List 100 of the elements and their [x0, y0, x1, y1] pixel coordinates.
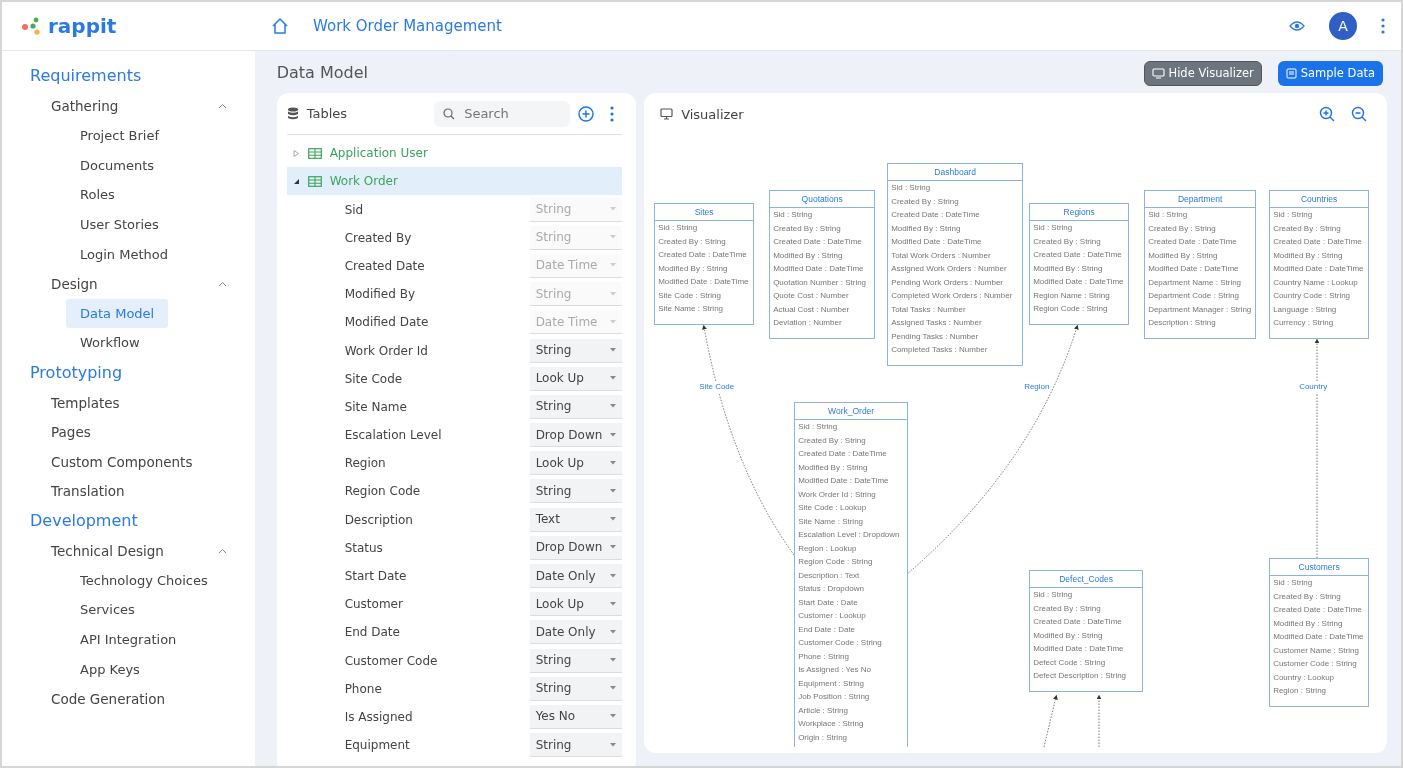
entity-title: Quotations [770, 191, 875, 209]
entity-attribute: Deviation : Number [772, 317, 843, 330]
sidebar-item[interactable]: Login Method [66, 239, 182, 270]
type-dropdown[interactable]: Look Up [529, 366, 622, 391]
entity-title: Countries [1270, 191, 1369, 209]
type-dropdown[interactable]: String [529, 338, 622, 363]
entity-attribute: Created Date : DateTime [1272, 236, 1363, 249]
field-name: Status [344, 539, 384, 557]
entity-box[interactable]: Defect_Codes Sid : String Created By : String Created Date : DateTime Modified By : String Modified Date : DateTime Defect Code : String Defect Description : String [1029, 570, 1144, 692]
type-dropdown[interactable]: Date Only [529, 564, 622, 588]
entity-attribute: Modified By : String [1272, 618, 1344, 630]
sidebar-item[interactable]: Data Model [66, 298, 169, 329]
type-dropdown[interactable]: Look Up [529, 451, 622, 476]
sidebar-item[interactable]: Custom Components [2, 447, 255, 477]
field-name: Created By [344, 229, 413, 247]
sidebar-item[interactable]: User Stories [66, 209, 173, 240]
sidebar-item[interactable]: Translation [2, 476, 255, 507]
entity-attribute: Is Assigned : Yes No [797, 664, 873, 677]
type-dropdown[interactable]: String [529, 733, 622, 758]
entity-attribute: Currency : String [1272, 317, 1335, 330]
type-dropdown[interactable]: Yes No [529, 704, 622, 729]
sidebar-group[interactable]: Design [51, 273, 98, 294]
entity-box[interactable]: Countries Sid : String Created By : String Created Date : DateTime Modified By : String Modified Date : DateTime Country Name : Lookup Country Code : String Language : String Currency : String [1269, 190, 1370, 339]
section-title[interactable]: Prototyping [2, 357, 255, 388]
type-dropdown[interactable]: String [529, 394, 622, 419]
entity-attribute: Job Position : String [797, 691, 871, 704]
sample-data-button[interactable]: Sample Data [1277, 60, 1383, 87]
entity-attribute: Modified By : String [657, 263, 729, 275]
entity-attribute: Sid : String [772, 209, 814, 222]
entity-box[interactable]: Customers Sid : String Created By : String Created Date : DateTime Modified By : String Modified Date : DateTime Customer Name : String Customer Code : String Country : Lookup Region : String [1269, 558, 1370, 707]
entity-attribute: Sid : String [1272, 209, 1314, 222]
sidebar-item[interactable]: App Keys [66, 654, 154, 685]
link-label: Country [1299, 381, 1328, 394]
section-title[interactable]: Requirements [2, 61, 255, 92]
sidebar-item[interactable]: API Integration [66, 625, 191, 655]
entity-attribute: Modified Date : DateTime [797, 475, 890, 488]
entity-attribute: Region : String [1272, 685, 1328, 698]
field-name: Sid [344, 201, 365, 219]
entity-title: Dashboard [888, 164, 1023, 182]
entity-title: Customers [1270, 559, 1369, 577]
type-dropdown: String [529, 197, 622, 222]
entity-attribute: Sid : String [890, 182, 932, 195]
entity-attribute: Site Code : String [657, 290, 722, 302]
sidebar-item[interactable]: Technology Choices [66, 565, 222, 596]
entity-attribute: Defect Description : String [1032, 670, 1128, 683]
search-field[interactable]: Search [434, 101, 571, 127]
entity-title: Regions [1030, 204, 1129, 222]
entity-attribute: Country Name : Lookup [1272, 277, 1359, 289]
entity-title: Department [1145, 191, 1256, 209]
field-name: Created Date [344, 257, 426, 275]
hide-visualizer-button[interactable]: Hide Visualizer [1143, 60, 1262, 87]
sidebar-group[interactable]: Technical Design [51, 540, 164, 562]
sidebar-item[interactable]: Services [66, 595, 149, 625]
type-dropdown[interactable]: Look Up [529, 592, 622, 617]
sidebar-item[interactable]: Documents [66, 150, 169, 181]
entity-attribute: Created By : String [772, 223, 842, 235]
entity-attribute: Escalation Level : Dropdown [797, 529, 901, 542]
type-dropdown[interactable]: String [529, 676, 622, 701]
entity-attribute: Assigned Tasks : Number [890, 317, 983, 330]
section-title[interactable]: Development [2, 506, 255, 537]
type-dropdown[interactable]: String [529, 479, 622, 504]
sidebar-item[interactable]: Roles [66, 180, 129, 210]
panel-title: Visualizer [681, 105, 744, 124]
field-name: Site Name [344, 398, 408, 416]
sidebar-item[interactable]: Pages [2, 417, 255, 447]
entity-attribute: Modified By : String [1032, 263, 1104, 275]
type-dropdown[interactable]: String [529, 648, 622, 673]
entity-box[interactable]: Sites Sid : String Created By : String Created Date : DateTime Modified By : String Modified Date : DateTime Site Code : String Site Name : String [654, 203, 755, 325]
sidebar-item[interactable]: Code Generation [2, 684, 255, 714]
sidebar-group[interactable]: Gathering [51, 96, 119, 117]
entity-attribute: Quote Cost : Number [772, 290, 850, 303]
entity-attribute: Created Date : DateTime [772, 236, 863, 249]
entity-attribute: Customer Code : String [797, 637, 883, 650]
entity-attribute: Modified Date : DateTime [1147, 263, 1240, 276]
field-name: Modified By [344, 286, 416, 304]
entity-attribute: Department Name : String [1147, 277, 1243, 289]
entity-title: Sites [655, 204, 754, 222]
entity-attribute: Description : String [1147, 317, 1217, 330]
entity-attribute: Modified By : String [1147, 250, 1219, 262]
entity-box[interactable]: Regions Sid : String Created By : String Created Date : DateTime Modified By : String Modified Date : DateTime Region Name : String Region Code : String [1029, 203, 1130, 325]
entity-box[interactable]: Quotations Sid : String Created By : String Created Date : DateTime Modified By : String Modified Date : DateTime Quotation Number : String Quote Cost : Number Actual Cost : Number Deviation : Number [769, 190, 876, 339]
type-dropdown[interactable]: Drop Down [529, 423, 622, 448]
type-dropdown: Date Time [529, 253, 622, 278]
entity-attribute: Completed Work Orders : Number [890, 290, 1014, 303]
sidebar-item[interactable]: Templates [2, 387, 255, 418]
entity-attribute: Country Code : String [1272, 290, 1352, 303]
field-name: Customer Code [344, 652, 439, 670]
entity-attribute: Created Date : DateTime [1032, 249, 1123, 262]
type-dropdown[interactable]: Text [529, 507, 622, 532]
sidebar-item[interactable]: Workflow [66, 328, 154, 358]
entity-attribute: Created By : String [797, 435, 867, 447]
type-dropdown[interactable]: Date Only [529, 620, 622, 645]
sidebar-item[interactable]: Project Brief [66, 121, 174, 151]
entity-attribute: Completed Tasks : Number [890, 344, 989, 357]
entity-attribute: Pending Work Orders : Number [890, 277, 1005, 289]
avatar[interactable]: A [1329, 12, 1357, 41]
entity-attribute: Created Date : DateTime [1032, 616, 1123, 629]
type-dropdown[interactable]: Drop Down [529, 535, 622, 560]
field-name: End Date [344, 624, 401, 642]
field-name: Escalation Level [344, 427, 443, 445]
